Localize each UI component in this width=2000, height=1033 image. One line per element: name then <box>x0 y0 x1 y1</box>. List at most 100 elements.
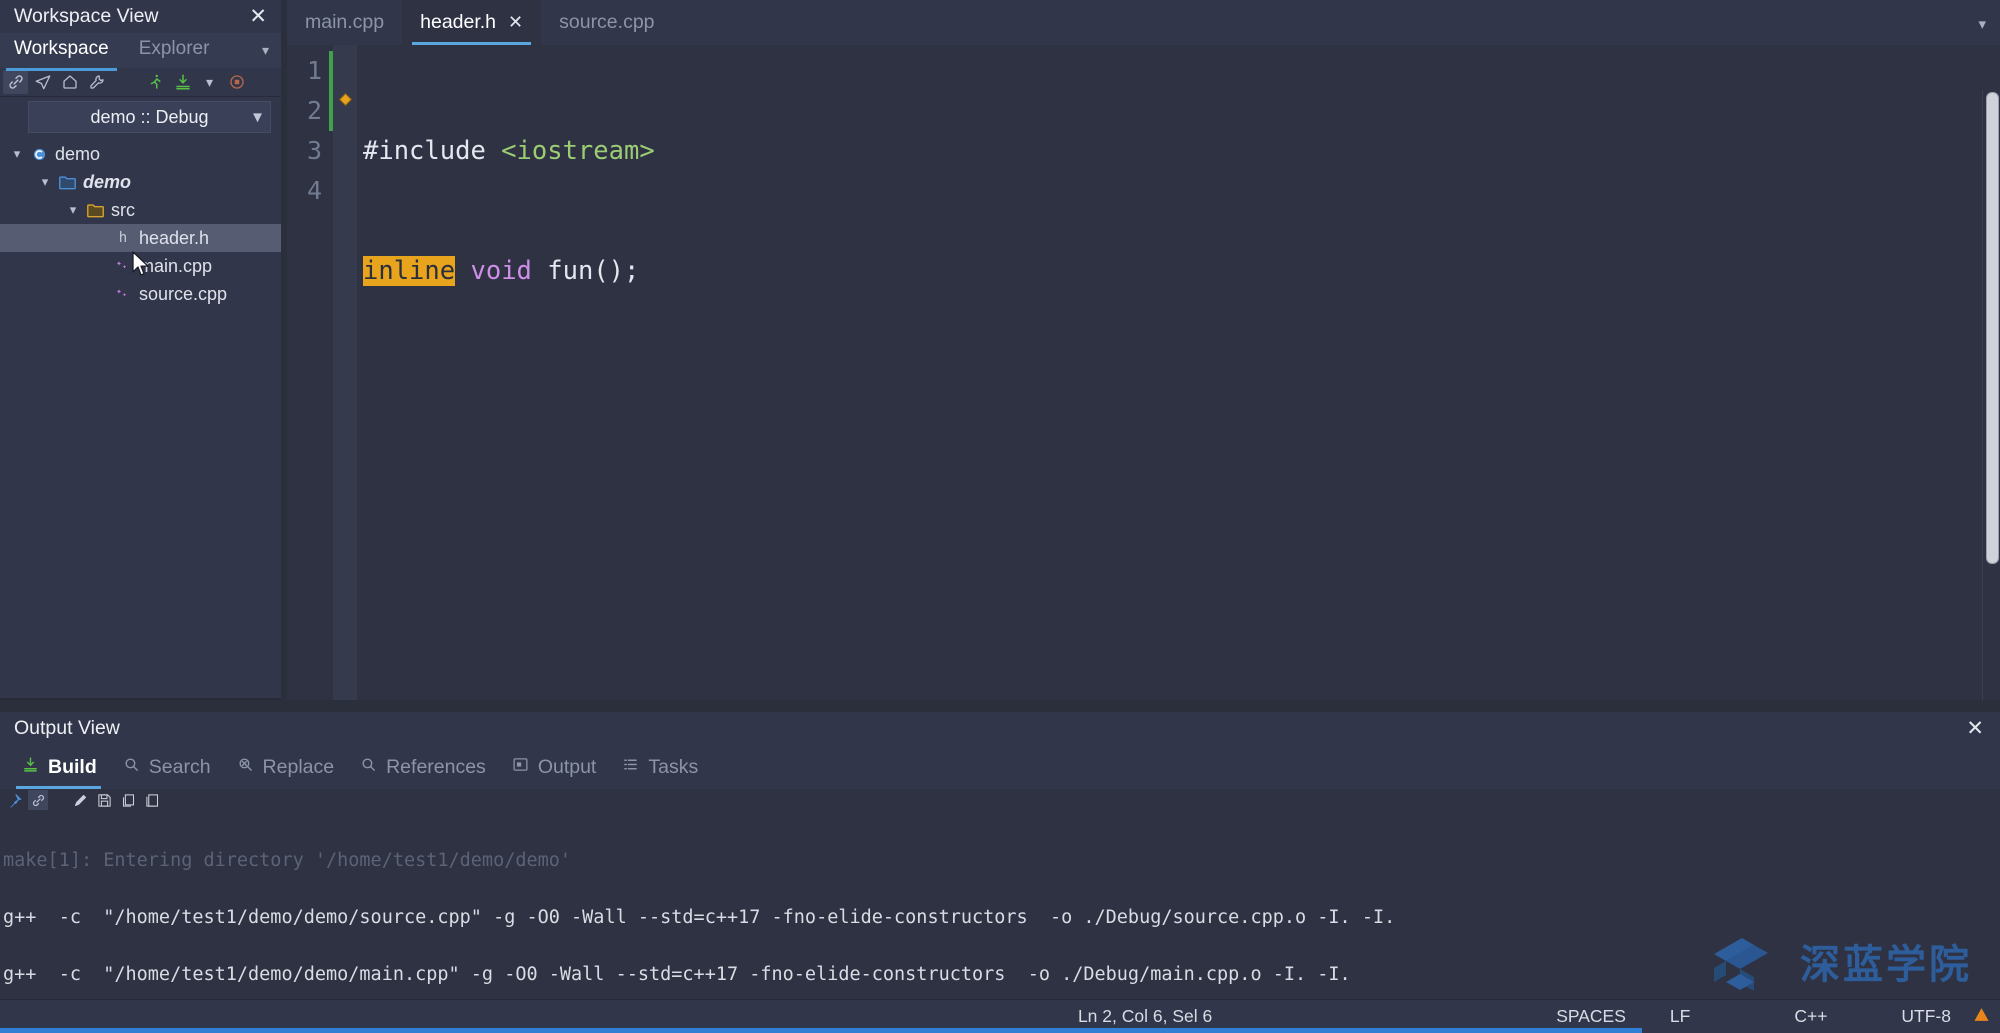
scrollbar-thumb[interactable] <box>1986 92 1999 564</box>
editor-tab-header-h[interactable]: header.h ✕ <box>402 0 542 45</box>
tree-item-label: header.h <box>139 227 210 248</box>
workspace-view-title: Workspace View <box>14 5 159 27</box>
folder-yellow-icon <box>84 202 106 219</box>
tree-item-label: src <box>111 199 135 220</box>
build-configuration-selector[interactable]: demo :: Debug ▾ <box>28 101 271 133</box>
console-line: make[1]: Entering directory '/home/test1… <box>3 850 572 871</box>
output-toolbar <box>0 789 2000 811</box>
line-number-gutter: 1 2 3 4 <box>287 45 329 700</box>
code-text[interactable]: #include <iostream> inline void fun(); <box>357 45 2000 700</box>
tab-explorer[interactable]: Explorer <box>139 38 210 64</box>
code-editor[interactable]: 1 2 3 4 #include <iostream> inline void … <box>287 45 2000 700</box>
output-tab-search[interactable]: Search <box>115 745 229 789</box>
warning-triangle-icon[interactable] <box>1973 1006 1990 1028</box>
close-icon[interactable]: ✕ <box>508 12 523 33</box>
chevron-down-icon: ▾ <box>252 106 262 127</box>
tree-item-label: demo <box>55 143 101 164</box>
chevron-down-icon[interactable]: ▾ <box>34 174 56 190</box>
copy-icon[interactable] <box>118 790 138 810</box>
editor-vertical-scrollbar[interactable] <box>1982 90 2000 700</box>
bookmark-marker-icon[interactable] <box>338 92 353 107</box>
editor-tab-label: source.cpp <box>559 11 655 33</box>
close-icon[interactable]: ✕ <box>245 6 271 27</box>
tab-explorer-label: Explorer <box>138 37 210 59</box>
pin-icon[interactable] <box>4 790 24 810</box>
search-icon <box>360 756 377 779</box>
code-line-1: #include <iostream> <box>357 131 2000 171</box>
ide-window: Workspace View ✕ Workspace Explorer ▾ ▾ … <box>0 0 2000 1033</box>
status-language[interactable]: C++ <box>1772 1006 1849 1027</box>
code-token: fun(); <box>531 256 640 286</box>
run-icon[interactable] <box>143 70 168 94</box>
build-icon[interactable] <box>170 70 195 94</box>
save-icon[interactable] <box>94 790 114 810</box>
copy-all-icon[interactable] <box>142 790 162 810</box>
close-icon[interactable]: ✕ <box>1962 716 1988 741</box>
build-output-console[interactable]: make[1]: Entering directory '/home/test1… <box>0 811 2000 1000</box>
output-tab-label: Search <box>148 755 211 778</box>
workspace-view-panel: Workspace View ✕ Workspace Explorer ▾ ▾ … <box>0 0 281 700</box>
send-icon[interactable] <box>30 70 55 94</box>
tab-workspace-label: Workspace <box>14 37 109 59</box>
build-configuration-value: demo :: Debug <box>90 106 209 127</box>
replace-icon <box>237 756 254 779</box>
output-tab-build[interactable]: Build <box>14 745 115 789</box>
line-number: 3 <box>306 136 322 165</box>
console-line: g++ -c "/home/test1/demo/demo/main.cpp" … <box>3 964 1351 985</box>
status-bar: Ln 2, Col 6, Sel 6 SPACES LF C++ UTF-8 <box>0 999 2000 1033</box>
stop-icon[interactable] <box>224 70 249 94</box>
code-token-selected: inline <box>363 256 456 286</box>
output-view-panel: Output View ✕ Build Search Replace Refer… <box>0 712 2000 1000</box>
tree-item-demo-project[interactable]: ▾ demo <box>0 140 281 168</box>
editor-tab-source-cpp[interactable]: source.cpp <box>541 0 672 45</box>
marker-gutter[interactable] <box>333 45 357 700</box>
workspace-view-tabs: Workspace Explorer ▾ <box>0 33 281 71</box>
horizontal-splitter[interactable] <box>0 700 2000 712</box>
tree-item-demo-folder[interactable]: ▾ demo <box>0 168 281 196</box>
folder-blue-icon <box>56 174 78 191</box>
code-token: #include <box>363 136 502 166</box>
top-region: Workspace View ✕ Workspace Explorer ▾ ▾ … <box>0 0 2000 700</box>
tab-workspace[interactable]: Workspace <box>6 37 117 71</box>
code-token: void <box>470 256 532 286</box>
output-view-title-bar: Output View ✕ <box>0 712 2000 745</box>
output-tab-label: Tasks <box>648 755 699 778</box>
chevron-down-icon[interactable]: ▾ <box>262 42 269 59</box>
status-line-ending[interactable]: LF <box>1648 1006 1712 1027</box>
search-icon <box>123 756 140 779</box>
header-file-icon: h <box>118 230 128 246</box>
chevron-down-icon[interactable]: ▾ <box>197 70 222 94</box>
wrench-icon[interactable] <box>84 70 109 94</box>
clear-icon[interactable] <box>70 790 90 810</box>
status-indent-mode[interactable]: SPACES <box>1534 1006 1648 1027</box>
tree-item-main-cpp[interactable]: main.cpp <box>0 252 281 280</box>
status-cursor-position[interactable]: Ln 2, Col 6, Sel 6 <box>1078 1006 1234 1027</box>
link-icon[interactable] <box>28 790 48 810</box>
chevron-down-icon[interactable]: ▾ <box>6 146 28 162</box>
status-encoding[interactable]: UTF-8 <box>1879 1006 1973 1027</box>
output-tab-tasks[interactable]: Tasks <box>614 745 716 789</box>
home-icon[interactable] <box>57 70 82 94</box>
terminal-icon <box>512 756 529 779</box>
tree-item-header-h[interactable]: h header.h <box>0 224 281 252</box>
editor-tab-main-cpp[interactable]: main.cpp <box>287 0 402 45</box>
code-token: <iostream> <box>501 136 655 166</box>
tree-item-label: main.cpp <box>139 255 213 276</box>
tree-item-source-cpp[interactable]: source.cpp <box>0 280 281 308</box>
cpp-file-icon <box>112 286 134 302</box>
output-tab-references[interactable]: References <box>352 745 504 789</box>
editor-tab-label: main.cpp <box>305 11 385 33</box>
tree-item-src-folder[interactable]: ▾ src <box>0 196 281 224</box>
output-tab-replace[interactable]: Replace <box>229 745 353 789</box>
console-line: g++ -c "/home/test1/demo/demo/source.cpp… <box>3 907 1396 928</box>
output-view-tabs: Build Search Replace References Output T… <box>0 745 2000 789</box>
output-tab-label: Replace <box>262 755 335 778</box>
chevron-down-icon[interactable]: ▾ <box>1978 15 1986 33</box>
link-icon[interactable] <box>3 70 28 94</box>
build-icon <box>22 756 39 779</box>
chevron-down-icon[interactable]: ▾ <box>62 202 84 218</box>
output-tab-output[interactable]: Output <box>504 745 615 789</box>
